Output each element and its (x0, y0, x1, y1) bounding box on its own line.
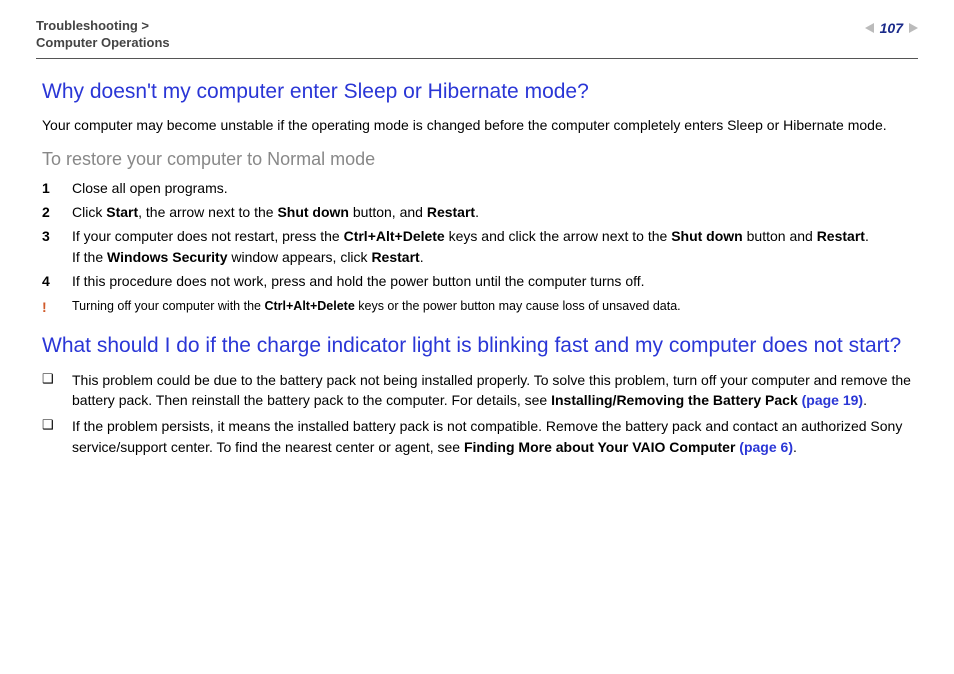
bullet-text: This problem could be due to the battery… (72, 370, 918, 411)
ui-ref-start: Start (106, 204, 138, 220)
steps-list: 1 Close all open programs. 2 Click Start… (42, 178, 918, 291)
step-text: Close all open programs. (72, 178, 228, 198)
ui-ref-shutdown: Shut down (277, 204, 349, 220)
warning-text: Turning off your computer with the Ctrl+… (72, 297, 681, 315)
step-number: 1 (42, 178, 56, 198)
question-heading-2: What should I do if the charge indicator… (42, 331, 918, 361)
ui-ref-shutdown: Shut down (671, 228, 743, 244)
warning-note: ! Turning off your computer with the Ctr… (42, 297, 918, 317)
keyboard-shortcut: Ctrl+Alt+Delete (264, 299, 354, 313)
step-text: If your computer does not restart, press… (72, 226, 869, 267)
page-ref-link[interactable]: (page 19) (798, 392, 863, 408)
step-4: 4 If this procedure does not work, press… (42, 271, 918, 291)
bullet-list: This problem could be due to the battery… (42, 370, 918, 457)
breadcrumb-page[interactable]: Computer Operations (36, 35, 170, 50)
keyboard-shortcut: Ctrl+Alt+Delete (344, 228, 445, 244)
bullet-text: If the problem persists, it means the in… (72, 416, 918, 457)
step-3: 3 If your computer does not restart, pre… (42, 226, 918, 267)
step-2: 2 Click Start, the arrow next to the Shu… (42, 202, 918, 222)
ui-ref-restart: Restart (371, 249, 419, 265)
breadcrumb-section[interactable]: Troubleshooting > (36, 18, 149, 33)
xref-battery-pack[interactable]: Installing/Removing the Battery Pack (551, 392, 798, 408)
step-1: 1 Close all open programs. (42, 178, 918, 198)
question-heading-1: Why doesn't my computer enter Sleep or H… (42, 77, 918, 107)
prev-page-icon[interactable] (865, 23, 874, 33)
procedure-subhead: To restore your computer to Normal mode (42, 146, 918, 172)
bullet-item-2: If the problem persists, it means the in… (42, 416, 918, 457)
page-ref-link[interactable]: (page 6) (735, 439, 793, 455)
next-page-icon[interactable] (909, 23, 918, 33)
step-number: 4 (42, 271, 56, 291)
ui-ref-windows-security: Windows Security (107, 249, 227, 265)
manual-page: Troubleshooting > Computer Operations 10… (0, 0, 954, 674)
page-header: Troubleshooting > Computer Operations 10… (36, 18, 918, 59)
ui-ref-restart: Restart (427, 204, 475, 220)
page-number: 107 (880, 18, 903, 38)
step-text: If this procedure does not work, press a… (72, 271, 645, 291)
breadcrumb: Troubleshooting > Computer Operations (36, 18, 170, 52)
ui-ref-restart: Restart (817, 228, 865, 244)
xref-vaio-more[interactable]: Finding More about Your VAIO Computer (464, 439, 735, 455)
warning-icon: ! (42, 297, 56, 317)
page-nav: 107 (865, 18, 918, 38)
step-number: 2 (42, 202, 56, 222)
step-text: Click Start, the arrow next to the Shut … (72, 202, 479, 222)
intro-paragraph: Your computer may become unstable if the… (42, 115, 918, 135)
bullet-item-1: This problem could be due to the battery… (42, 370, 918, 411)
step-number: 3 (42, 226, 56, 267)
content-area: Why doesn't my computer enter Sleep or H… (36, 77, 918, 457)
